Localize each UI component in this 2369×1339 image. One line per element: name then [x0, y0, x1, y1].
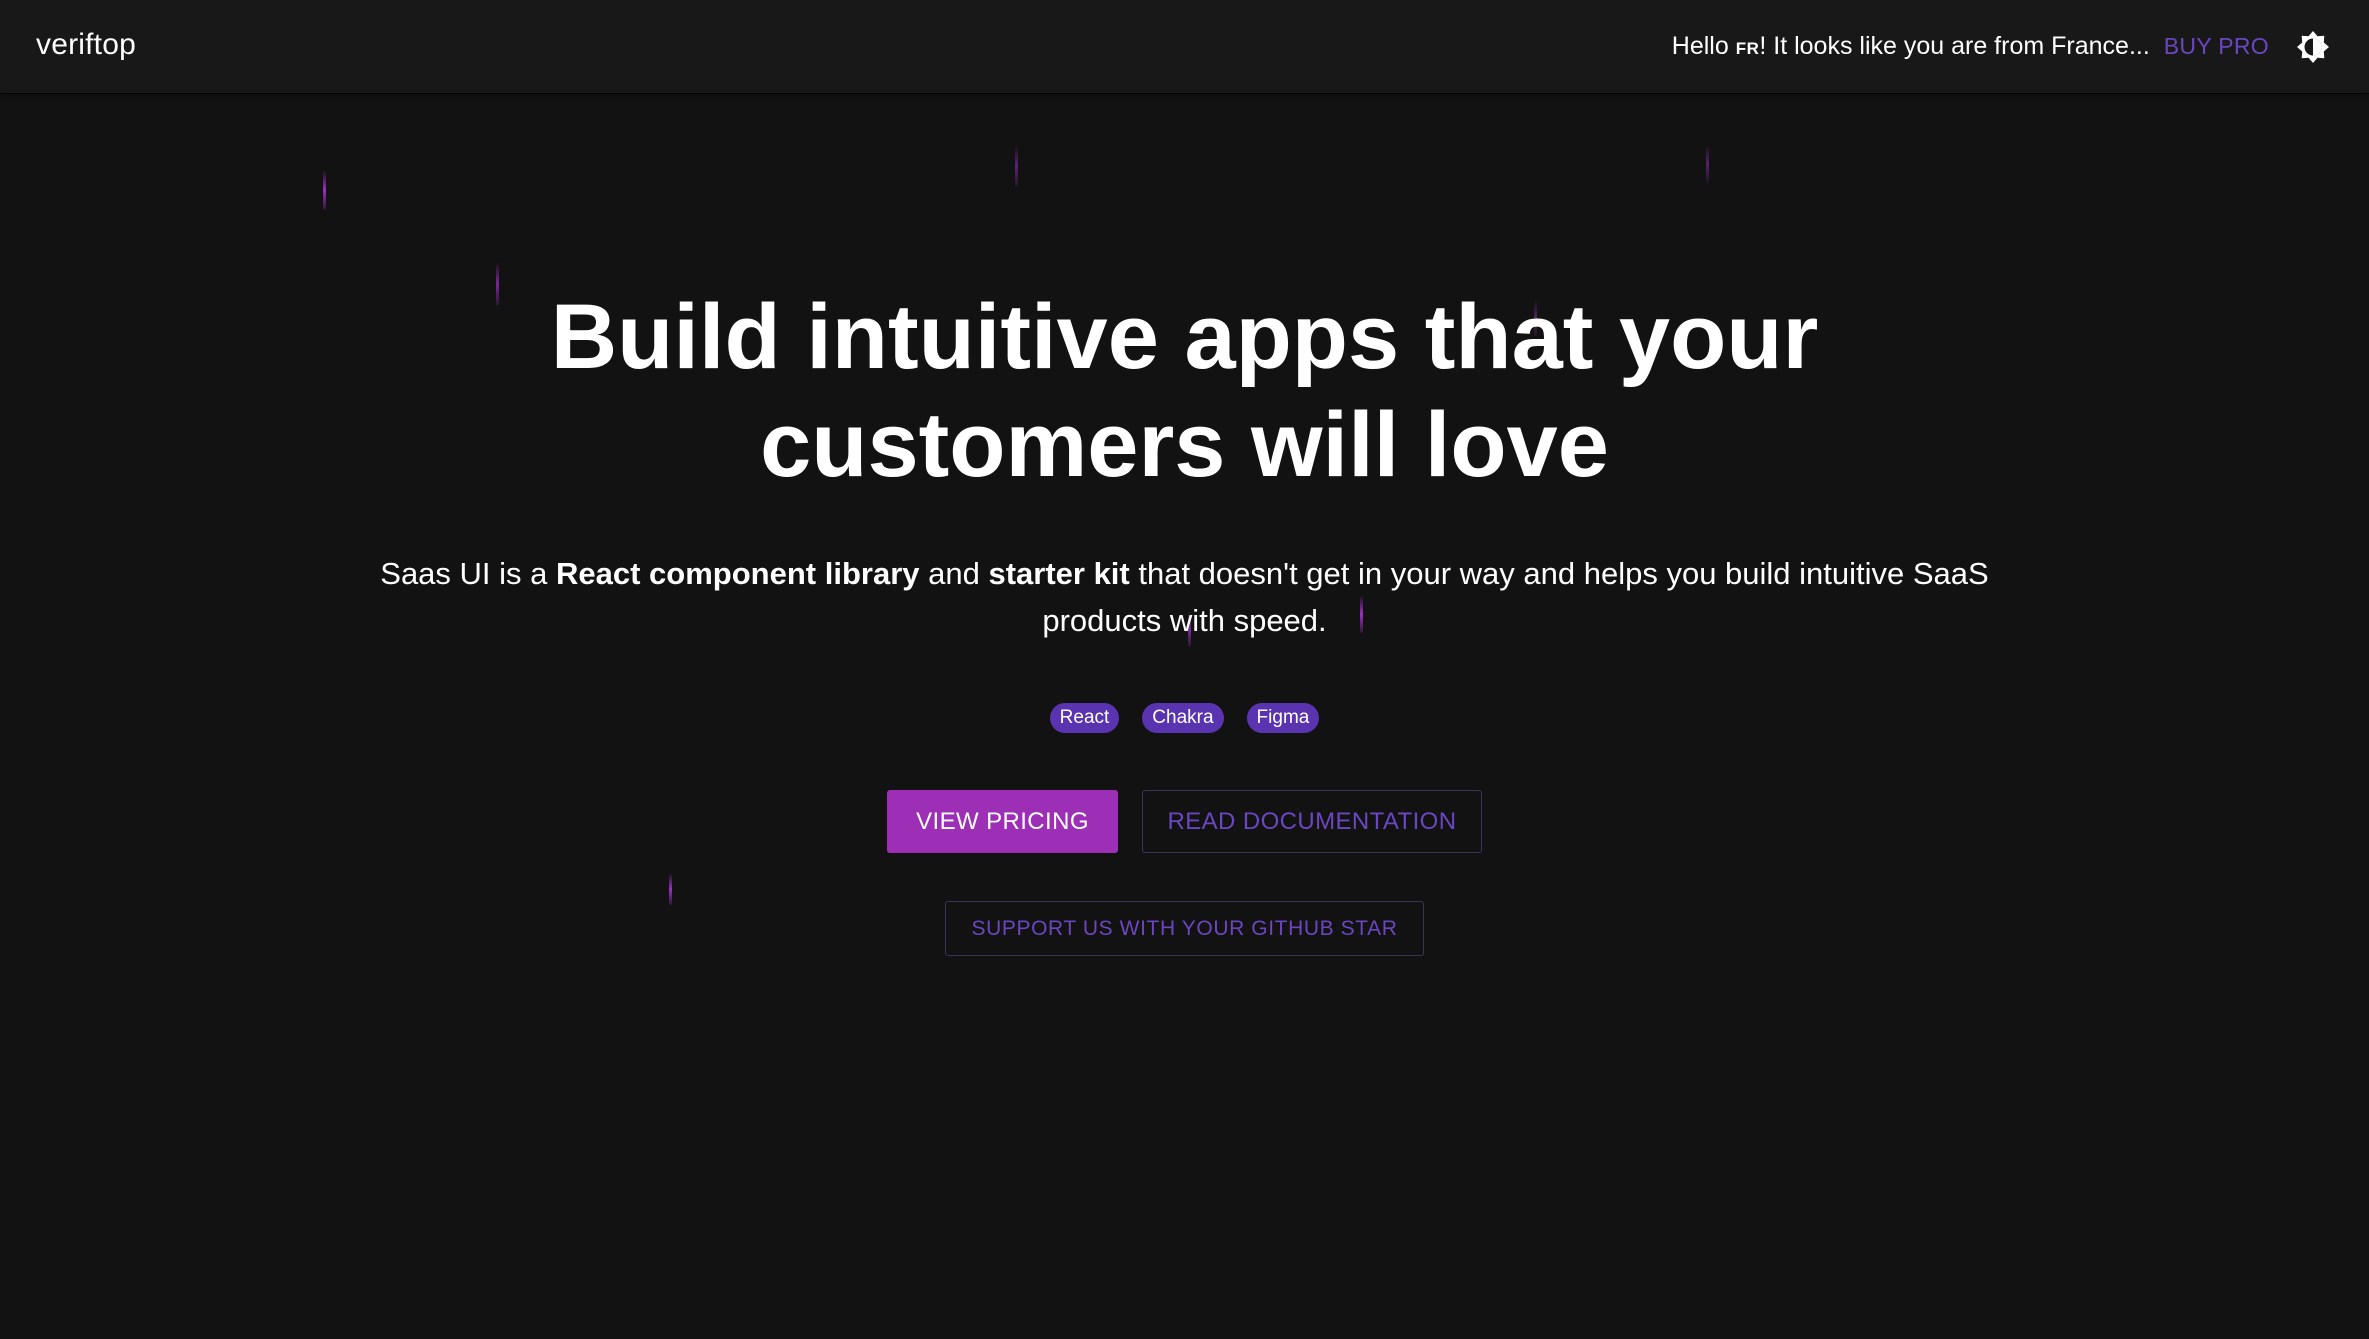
top-navbar: veriftop Hello FR! It looks like you are…: [0, 0, 2369, 93]
decorative-streak: [323, 170, 326, 210]
view-pricing-button[interactable]: VIEW PRICING: [887, 790, 1118, 853]
theme-toggle-icon: [2297, 30, 2329, 63]
decorative-streak: [1706, 145, 1709, 183]
theme-toggle-button[interactable]: [2293, 27, 2333, 67]
app-logo[interactable]: veriftop: [36, 28, 136, 62]
subtitle-text-2: and: [919, 556, 989, 591]
headline-line-1: Build intuitive apps that your: [550, 286, 1819, 388]
github-star-button[interactable]: SUPPORT US WITH YOUR GITHUB STAR: [945, 901, 1424, 956]
cta-buttons: VIEW PRICING READ DOCUMENTATION: [0, 790, 2369, 853]
hero-headline: Build intuitive apps that your customers…: [0, 283, 2369, 499]
greeting-prefix: Hello: [1671, 32, 1736, 60]
country-flag-label: FR: [1735, 39, 1760, 58]
subtitle-bold-react-library: React component library: [556, 556, 920, 591]
hero-subtitle: Saas UI is a React component library and…: [380, 550, 1989, 644]
tech-tags: React Chakra Figma: [0, 703, 2369, 733]
github-support-row: SUPPORT US WITH YOUR GITHUB STAR: [0, 901, 2369, 956]
read-documentation-button[interactable]: READ DOCUMENTATION: [1142, 790, 1482, 853]
decorative-streak: [1015, 145, 1018, 187]
tag-react: React: [1049, 703, 1120, 733]
tag-figma: Figma: [1246, 703, 1320, 733]
headline-line-2: customers will love: [760, 394, 1609, 496]
subtitle-bold-starter-kit: starter kit: [988, 556, 1130, 591]
subtitle-text-1: Saas UI is a: [380, 556, 557, 591]
buy-pro-link[interactable]: BUY PRO: [2164, 33, 2269, 60]
page: veriftop Hello FR! It looks like you are…: [0, 0, 2369, 1339]
nav-right-group: Hello FR! It looks like you are from Fra…: [1672, 0, 2333, 93]
greeting-suffix: ! It looks like you are from France...: [1759, 32, 2150, 60]
tag-chakra: Chakra: [1142, 703, 1224, 733]
geo-greeting: Hello FR! It looks like you are from Fra…: [1672, 32, 2150, 61]
subtitle-text-3: that doesn't get in your way and helps y…: [1042, 556, 1989, 638]
